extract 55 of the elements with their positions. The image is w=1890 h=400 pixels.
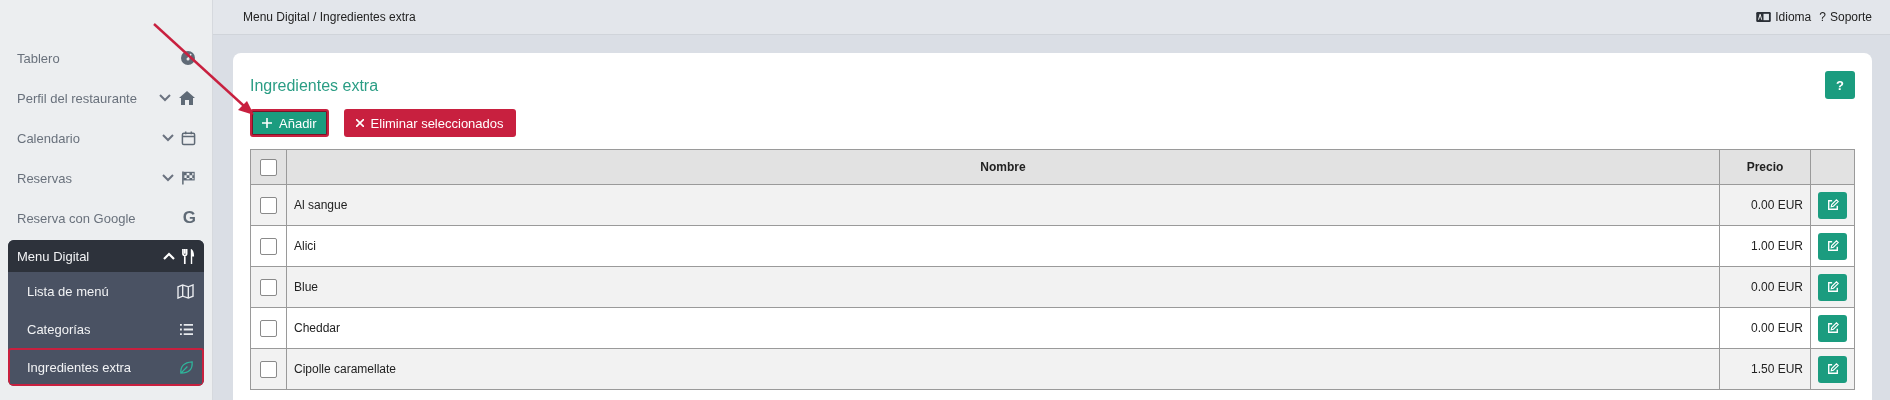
sidebar-item[interactable]: Calendario bbox=[8, 118, 204, 158]
edit-button[interactable] bbox=[1818, 314, 1847, 342]
table-cell: Cipolle caramellate bbox=[286, 348, 1720, 390]
language-link[interactable]: Idioma bbox=[1775, 10, 1812, 24]
checkered-flag-icon bbox=[181, 170, 196, 186]
edit-icon bbox=[1826, 322, 1839, 334]
select-all-checkbox[interactable] bbox=[260, 158, 277, 176]
breadcrumb: Menu Digital / Ingredientes extra bbox=[243, 10, 416, 24]
sidebar-item[interactable]: Perfil del restaurante bbox=[8, 78, 204, 118]
submenu-item[interactable]: Categorías bbox=[8, 310, 204, 348]
row-checkbox[interactable] bbox=[260, 360, 277, 378]
row-checkbox[interactable] bbox=[260, 237, 277, 255]
home-icon bbox=[178, 90, 196, 106]
row-checkbox[interactable] bbox=[260, 278, 277, 296]
table-cell: Cheddar bbox=[286, 307, 1720, 349]
sidebar-item[interactable]: Tablero bbox=[8, 38, 204, 78]
edit-icon bbox=[1826, 199, 1839, 211]
table-cell: 1.50 EUR bbox=[1719, 348, 1811, 390]
table-cell: 0.00 EUR bbox=[1719, 266, 1811, 308]
edit-button[interactable] bbox=[1818, 232, 1847, 260]
sidebar-item[interactable]: Reserva con Google G bbox=[8, 198, 204, 238]
row-checkbox[interactable] bbox=[260, 319, 277, 337]
page-title: Ingredientes extra bbox=[250, 77, 379, 95]
edit-icon bbox=[1826, 363, 1839, 375]
submenu-item[interactable]: Ingredientes extra bbox=[8, 348, 204, 386]
column-header[interactable]: Nombre bbox=[286, 149, 1720, 185]
question-icon: ? bbox=[1819, 10, 1826, 24]
edit-button[interactable] bbox=[1818, 273, 1847, 301]
list-icon bbox=[179, 322, 194, 336]
delete-selected-button[interactable]: Eliminar seleccionados bbox=[343, 109, 516, 137]
edit-button[interactable] bbox=[1818, 191, 1847, 219]
table-cell: Blue bbox=[286, 266, 1720, 308]
submenu-item[interactable]: Lista de menú bbox=[8, 272, 204, 310]
row-checkbox[interactable] bbox=[260, 196, 277, 214]
fork-knife-icon bbox=[182, 247, 195, 265]
table-cell: 0.00 EUR bbox=[1719, 184, 1811, 226]
table-cell: 1.00 EUR bbox=[1719, 225, 1811, 267]
table-cell: Alici bbox=[286, 225, 1720, 267]
edit-icon bbox=[1826, 240, 1839, 252]
plus-icon bbox=[262, 118, 272, 128]
gauge-icon bbox=[180, 50, 196, 66]
close-icon bbox=[355, 119, 364, 127]
leaf-icon bbox=[179, 359, 194, 375]
calendar-icon bbox=[181, 130, 196, 146]
table-cell: Al sangue bbox=[286, 184, 1720, 226]
edit-button[interactable] bbox=[1818, 355, 1847, 383]
map-icon bbox=[177, 283, 194, 299]
google-icon: G bbox=[182, 208, 196, 228]
language-icon bbox=[1756, 12, 1772, 22]
sidebar-item[interactable]: Menu Digital bbox=[8, 240, 204, 272]
table-cell: 0.00 EUR bbox=[1719, 307, 1811, 349]
sidebar-item[interactable]: Reservas bbox=[8, 158, 204, 198]
edit-icon bbox=[1826, 281, 1839, 293]
column-header[interactable]: Precio bbox=[1719, 149, 1811, 185]
support-link[interactable]: Soporte bbox=[1829, 10, 1872, 24]
